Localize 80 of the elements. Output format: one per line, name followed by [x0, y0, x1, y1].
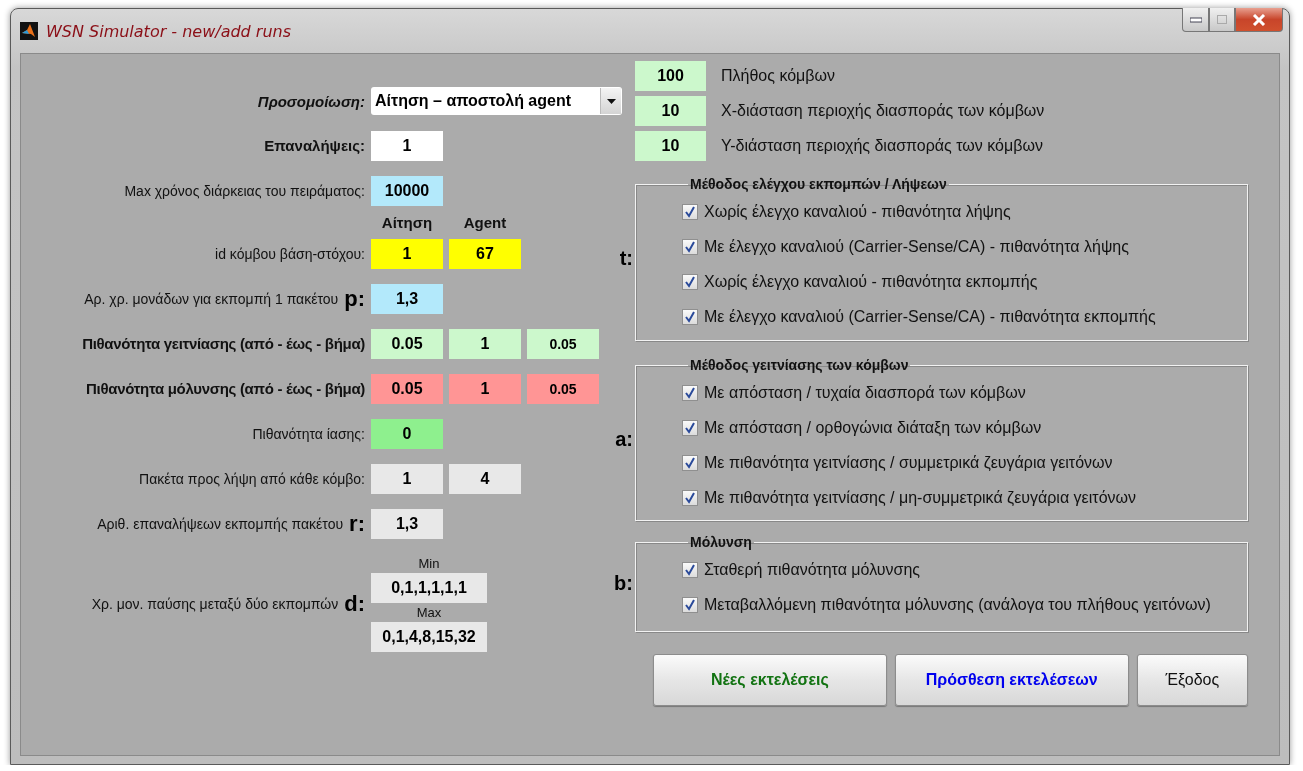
field-label: Χρ. μον. παύσης μεταξύ δύο εκπομπών — [91, 595, 339, 612]
option-label: Με πιθανότητα γειτνίασης / συμμετρικά ζευγάρια γειτόνων — [704, 453, 1113, 472]
simulation-dropdown[interactable]: Αίτηση – αποστολή agent — [371, 87, 622, 115]
number-field[interactable]: 0.05 — [371, 328, 443, 359]
group-title: Μέθοδος ελέγχου εκπομπών / Λήψεων — [689, 176, 948, 192]
option-label: Με πιθανότητα γειτνίασης / μη-συμμετρικά ζευγάρια γειτόνων — [704, 488, 1136, 507]
window-title: WSN Simulator - new/add runs — [46, 21, 292, 41]
group-letter: t: — [618, 247, 634, 270]
number-field[interactable]: 100 — [635, 61, 706, 91]
checkbox[interactable] — [682, 203, 698, 220]
checkbox[interactable] — [682, 384, 698, 401]
option-label: Με απόσταση / ορθογώνια διάταξη των κόμβων — [704, 418, 1042, 437]
caret-icon — [606, 98, 616, 104]
field-letter: r: — [349, 510, 365, 537]
action-button[interactable]: Νέες εκτελέσεις — [653, 654, 887, 706]
field-label: Πιθανότητα μόλυνσης (από - έως - βήμα) — [86, 380, 365, 397]
number-field[interactable]: 1 — [371, 238, 443, 269]
field-label: Πλήθος κόμβων — [721, 67, 836, 85]
field-label: Αριθ. επαναλήψεων εκπομπής πακέτου — [97, 515, 344, 532]
number-field[interactable]: 10000 — [371, 175, 443, 206]
option-label: Με έλεγχο καναλιού (Carrier-Sense/CA) - πιθανότητα εκπομπής — [704, 307, 1156, 326]
field-label: Υ-διάσταση περιοχής διασποράς των κόμβων — [721, 137, 1043, 155]
close-icon — [1252, 13, 1266, 26]
option-label: Σταθερή πιθανότητα μόλυνσης — [704, 560, 921, 579]
field-letter: d: — [344, 590, 365, 617]
field-label: Επαναλήψεις: — [264, 137, 365, 154]
checkbox[interactable] — [682, 489, 698, 506]
option-label: Χωρίς έλεγχο καναλιού - πιθανότητα εκπομπής — [704, 272, 1038, 291]
maximize-icon — [1217, 15, 1227, 24]
group-letter: b: — [613, 571, 634, 595]
group-title: Μόλυνση — [689, 534, 753, 550]
group-title: Μέθοδος γειτνίασης των κόμβων — [689, 357, 910, 373]
field-label: Πιθανότητα γειτνίασης (από - έως - βήμα) — [82, 335, 365, 352]
number-field[interactable]: 1 — [449, 373, 521, 404]
field-label: Αρ. χρ. μονάδων για εκπομπή 1 πακέτου — [84, 290, 339, 307]
number-field[interactable]: 67 — [449, 238, 521, 269]
column-header: Agent — [462, 213, 508, 231]
number-field[interactable]: 0.05 — [527, 373, 599, 404]
option-label: Μεταβαλλόμενη πιθανότητα μόλυνσης (ανάλογα του πλήθους γειτόνων) — [704, 595, 1211, 614]
field-letter: p: — [344, 285, 365, 312]
min-field[interactable]: 0,1,1,1,1,1 — [371, 572, 487, 603]
number-field[interactable]: 4 — [449, 463, 521, 494]
checkbox[interactable] — [682, 454, 698, 471]
number-field[interactable]: 0.05 — [527, 328, 599, 359]
group-letter: a: — [614, 427, 634, 451]
action-button[interactable]: Έξοδος — [1136, 654, 1248, 706]
app-logo-icon — [20, 22, 38, 40]
number-field[interactable]: 1 — [371, 463, 443, 494]
number-field[interactable]: 1,3 — [371, 283, 443, 314]
number-field[interactable]: 10 — [635, 131, 706, 161]
column-header: Αίτηση — [380, 213, 434, 231]
minimize-button[interactable] — [1182, 8, 1209, 32]
minimize-icon — [1189, 16, 1202, 23]
checkbox[interactable] — [682, 238, 698, 255]
field-label: Χ-διάσταση περιοχής διασποράς των κόμβων — [721, 102, 1045, 120]
checkbox[interactable] — [682, 596, 698, 613]
maximize-button[interactable] — [1209, 8, 1235, 32]
field-label: Πακέτα προς λήψη από κάθε κόμβο: — [139, 470, 365, 487]
number-field[interactable]: 1,3 — [371, 508, 443, 539]
simulation-label: Προσομοίωση: — [257, 92, 365, 110]
number-field[interactable]: 10 — [635, 96, 706, 126]
checkbox[interactable] — [682, 308, 698, 325]
option-label: Με έλεγχο καναλιού (Carrier-Sense/CA) - πιθανότητα λήψης — [704, 237, 1129, 256]
checkbox[interactable] — [682, 561, 698, 578]
max-label: Max — [415, 604, 443, 620]
checkbox[interactable] — [682, 419, 698, 436]
close-button[interactable] — [1235, 8, 1283, 32]
number-field[interactable]: 0 — [371, 418, 443, 449]
max-field[interactable]: 0,1,4,8,15,32 — [371, 621, 487, 652]
option-label: Χωρίς έλεγχο καναλιού - πιθανότητα λήψης — [704, 202, 1011, 221]
min-label: Min — [417, 555, 441, 571]
number-field[interactable]: 1 — [371, 130, 443, 161]
option-label: Με απόσταση / τυχαία διασπορά των κόμβων — [704, 383, 1026, 402]
field-label: id κόμβου βάση-στόχου: — [215, 245, 365, 262]
action-button[interactable]: Πρόσθεση εκτελέσεων — [894, 654, 1129, 706]
field-label: Πιθανότητα ίασης: — [252, 425, 365, 442]
number-field[interactable]: 1 — [449, 328, 521, 359]
number-field[interactable]: 0.05 — [371, 373, 443, 404]
field-label: Max χρόνος διάρκειας του πειράματος: — [124, 182, 365, 199]
checkbox[interactable] — [682, 273, 698, 290]
